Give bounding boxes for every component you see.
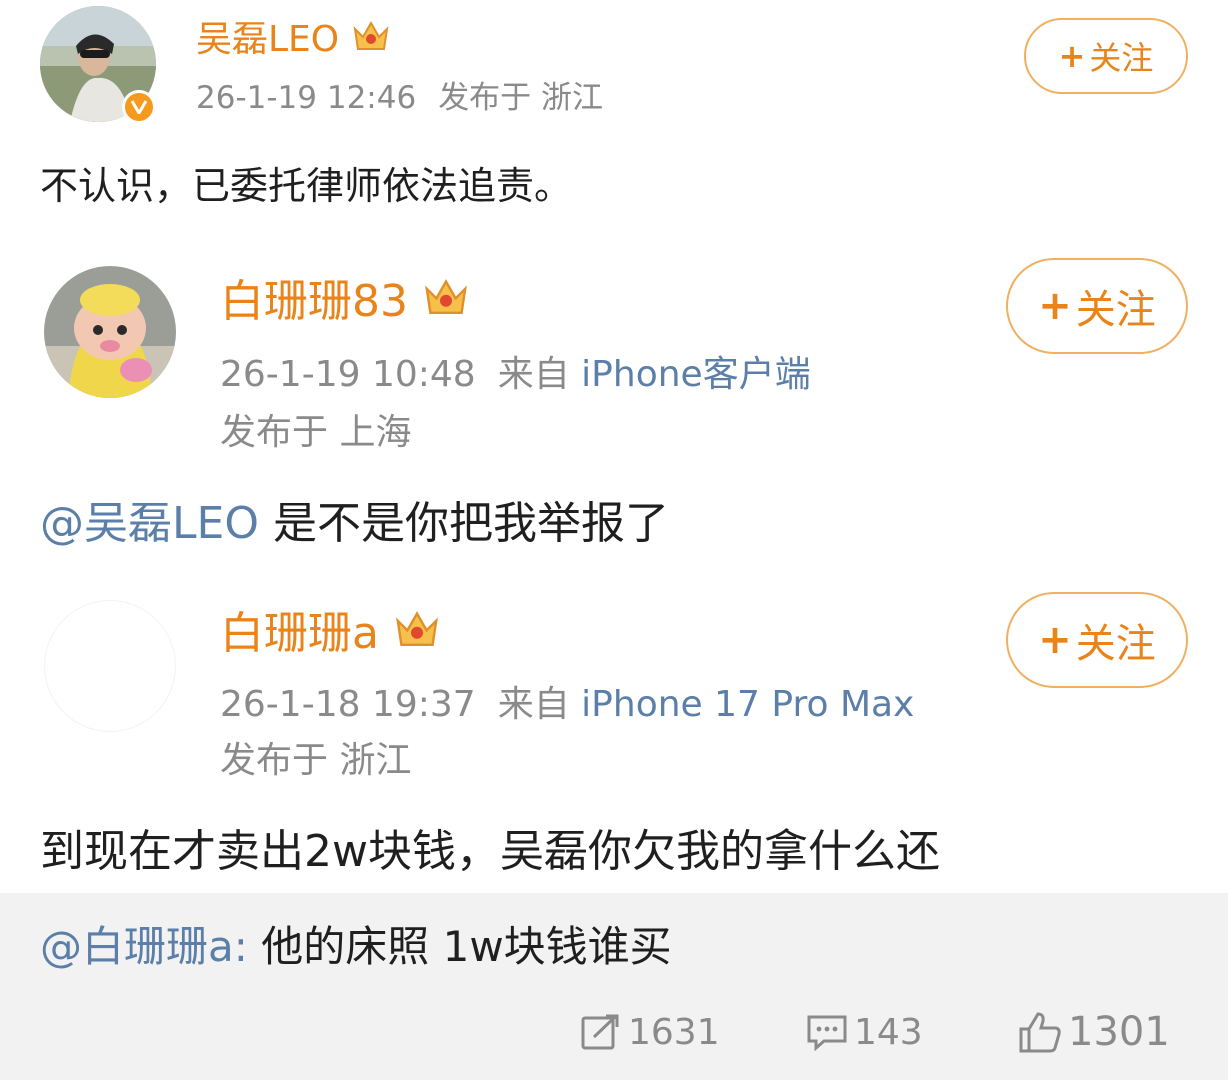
- comment-count: 143: [854, 1011, 923, 1053]
- verified-badge-icon: [122, 90, 156, 124]
- post2-meta-line1: 26-1-19 10:48 来自 iPhone客户端: [220, 350, 811, 400]
- post3-author-row: 白珊珊a: [220, 604, 441, 666]
- repost-count: 1631: [628, 1011, 720, 1053]
- post2-source-client[interactable]: iPhone客户端: [581, 354, 811, 395]
- post3-time: 26-1-18 19:37: [220, 684, 476, 725]
- post2-location: 发布于 上海: [220, 412, 412, 453]
- avatar-baishanshan83[interactable]: [44, 266, 176, 398]
- post2-text: 是不是你把我举报了: [272, 498, 669, 549]
- like-icon: [1019, 1012, 1061, 1053]
- repost-button[interactable]: 1631: [580, 1006, 720, 1058]
- post1-location: 发布于 浙江: [438, 80, 604, 116]
- vip-crown-icon: [351, 17, 391, 66]
- quote-text: 他的床照 1w块钱谁买: [261, 922, 672, 971]
- post2-follow-button[interactable]: + 关注: [1006, 258, 1188, 354]
- repost-icon: [581, 1014, 619, 1050]
- post2-author-row: 白珊珊83: [220, 272, 470, 334]
- post1-text: 不认识，已委托律师依法追责。: [40, 164, 573, 208]
- post2-mention[interactable]: @吴磊LEO: [40, 498, 259, 549]
- quote-mention[interactable]: @白珊珊a:: [40, 922, 248, 971]
- post3-source-client[interactable]: iPhone 17 Pro Max: [581, 684, 914, 725]
- post1-author-row: 吴磊LEO: [196, 16, 391, 66]
- comment-button[interactable]: 143: [806, 1006, 923, 1058]
- post2-text-row: @吴磊LEO 是不是你把我举报了: [40, 494, 669, 554]
- post3-follow-button[interactable]: + 关注: [1006, 592, 1188, 688]
- like-count: 1301: [1068, 1009, 1170, 1055]
- plus-icon: +: [1038, 617, 1072, 663]
- avatar-photo: [44, 266, 176, 398]
- like-button[interactable]: 1301: [1018, 1004, 1170, 1060]
- post3-location: 发布于 浙江: [220, 740, 412, 781]
- comment-icon: [807, 1015, 847, 1051]
- post3-author-name[interactable]: 白珊珊a: [220, 608, 379, 659]
- post3-text: 到现在才卖出2w块钱，吴磊你欠我的拿什么还: [40, 826, 940, 877]
- post3-meta-line1: 26-1-18 19:37 来自 iPhone 17 Pro Max: [220, 680, 914, 730]
- plus-icon: +: [1058, 37, 1086, 75]
- post1-author-name[interactable]: 吴磊LEO: [196, 19, 339, 60]
- post2-time: 26-1-19 10:48: [220, 354, 476, 395]
- post1-time: 26-1-19 12:46: [196, 80, 417, 116]
- quote-text-row: @白珊珊a: 他的床照 1w块钱谁买: [40, 918, 672, 976]
- post2-source-prefix: 来自: [497, 354, 570, 395]
- plus-icon: +: [1038, 283, 1072, 329]
- post1-follow-button[interactable]: + 关注: [1024, 18, 1188, 94]
- avatar-baishanshan-a[interactable]: [44, 600, 176, 732]
- post2-author-name[interactable]: 白珊珊83: [220, 276, 408, 327]
- vip-crown-icon: [393, 606, 441, 666]
- post1-meta: 26-1-19 12:46 发布于 浙江: [196, 76, 603, 120]
- vip-crown-icon: [422, 274, 470, 334]
- post3-source-prefix: 来自: [497, 684, 570, 725]
